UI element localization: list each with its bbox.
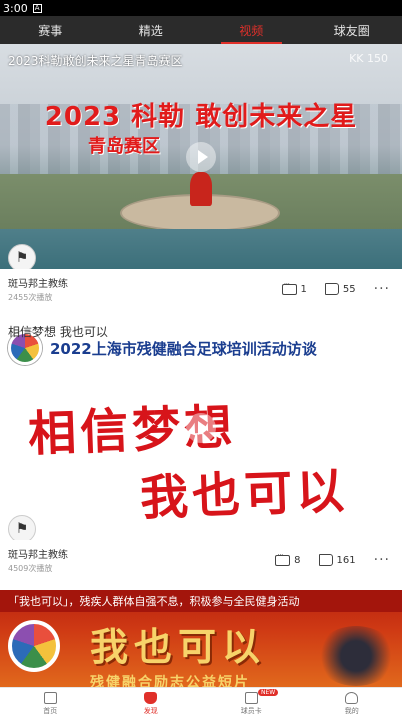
tab-video[interactable]: 视频 <box>201 16 302 44</box>
more-options-icon[interactable]: ··· <box>374 281 390 297</box>
play-icon[interactable] <box>186 141 216 172</box>
video-thumbnail[interactable]: 2023科勒敢创未来之星青岛赛区 KK 150 2023 科勒 敢创未来之星 青… <box>0 44 402 269</box>
video-headline: 2023 科勒 敢创未来之星 <box>44 102 358 132</box>
nav-player-card[interactable]: 球员卡 NEW <box>201 688 302 720</box>
home-icon <box>43 692 57 704</box>
tab-featured[interactable]: 精选 <box>101 16 202 44</box>
avatar[interactable]: ⚑ <box>8 515 36 540</box>
more-options-icon[interactable]: ··· <box>374 552 390 568</box>
nav-label: 首页 <box>43 707 58 715</box>
like-button[interactable]: 161 <box>318 554 356 566</box>
bottom-navigation: 首页 发现 球员卡 NEW 我的 <box>0 687 402 720</box>
new-badge: NEW <box>258 689 279 696</box>
video-subheadline: 青岛赛区 <box>88 136 160 157</box>
nav-home[interactable]: 首页 <box>0 688 101 720</box>
nav-label: 球员卡 <box>240 707 262 715</box>
video-thumbnail[interactable]: 相信梦想 我也可以 2022上海市残健融合足球培训活动访谈 相信梦想 我也可以 … <box>0 315 402 540</box>
status-time: 3:00 <box>3 1 28 15</box>
may-fourth-torch-sculpture <box>190 172 212 206</box>
comment-button[interactable]: 8 <box>275 551 301 566</box>
view-count: 2455次播放 <box>8 293 53 302</box>
user-icon <box>345 692 359 704</box>
like-count: 55 <box>342 283 356 295</box>
nav-label: 我的 <box>344 707 359 715</box>
trophy-icon <box>144 692 158 704</box>
like-button[interactable]: 55 <box>324 283 356 295</box>
brand-watermark: KK 150 <box>349 52 388 65</box>
video-actions: 8 161 ··· <box>257 551 390 568</box>
nav-discover[interactable]: 发现 <box>101 688 202 720</box>
tab-events[interactable]: 赛事 <box>0 16 101 44</box>
card-icon <box>244 692 258 704</box>
event-banner-text: 2022上海市残健融合足球培训活动访谈 <box>50 339 317 358</box>
event-emblem-icon <box>8 620 60 672</box>
comment-icon <box>275 551 291 566</box>
video-card[interactable]: 2023科勒敢创未来之星青岛赛区 KK 150 2023 科勒 敢创未来之星 青… <box>0 44 402 315</box>
video-title: 「我也可以」，残疾人群体自强不息，积极参与全民健身活动 <box>0 590 402 612</box>
video-card[interactable]: 「我也可以」，残疾人群体自强不息，积极参与全民健身活动 我也可以 残健融合励志公… <box>0 590 402 690</box>
comment-button[interactable]: 1 <box>281 280 307 295</box>
video-card[interactable]: 相信梦想 我也可以 2022上海市残健融合足球培训活动访谈 相信梦想 我也可以 … <box>0 315 402 586</box>
like-count: 161 <box>336 554 356 566</box>
nav-profile[interactable]: 我的 <box>302 688 402 720</box>
tab-fan-circle[interactable]: 球友圈 <box>302 16 402 44</box>
thumbs-up-icon <box>324 283 339 295</box>
author-name[interactable]: 斑马邦主教练 <box>8 546 68 561</box>
author-name[interactable]: 斑马邦主教练 <box>8 275 68 290</box>
view-count: 4509次播放 <box>8 564 53 573</box>
thumbs-up-icon <box>318 554 333 566</box>
comment-count: 1 <box>300 283 307 295</box>
video-thumbnail[interactable]: 「我也可以」，残疾人群体自强不息，积极参与全民健身活动 我也可以 残健融合励志公… <box>0 590 402 690</box>
calligraphy-line-1: 我也可以 <box>90 624 267 669</box>
video-title: 相信梦想 我也可以 <box>8 325 108 339</box>
play-icon[interactable] <box>186 412 216 443</box>
video-meta: 斑马邦主教练 4509次播放 8 161 ··· <box>0 540 402 586</box>
decorative-swirl <box>316 626 396 686</box>
notification-a-icon: A <box>32 3 42 13</box>
app-screen: 3:00 A 赛事 精选 视频 球友圈 2023科勒敢创未来之星青岛赛区 KK … <box>0 0 402 720</box>
status-bar: 3:00 A <box>0 0 402 16</box>
bay-water <box>0 229 402 269</box>
comment-count: 8 <box>294 554 301 566</box>
avatar[interactable]: ⚑ <box>8 244 36 269</box>
video-actions: 1 55 ··· <box>264 280 390 297</box>
top-tab-bar: 赛事 精选 视频 球友圈 <box>0 16 402 44</box>
calligraphy-line-2: 我也可以 <box>139 463 350 527</box>
comment-icon <box>281 280 297 295</box>
video-meta: 斑马邦主教练 2455次播放 1 55 ··· <box>0 269 402 315</box>
nav-label: 发现 <box>143 707 158 715</box>
video-title: 2023科勒敢创未来之星青岛赛区 <box>8 54 183 68</box>
